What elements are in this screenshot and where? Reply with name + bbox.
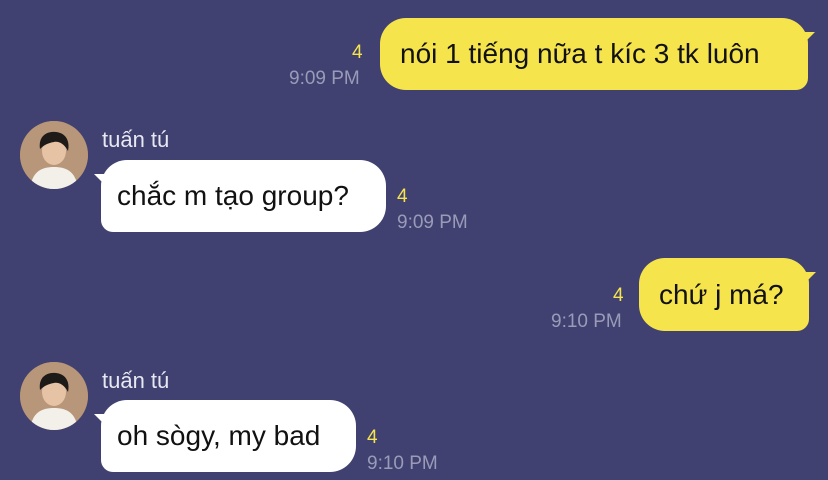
message-text: nói 1 tiếng nữa t kíc 3 tk luôn: [400, 38, 760, 69]
message-time: 9:09 PM: [397, 212, 468, 233]
message-text: oh sògy, my bad: [117, 420, 321, 451]
bubble-tail: [800, 272, 816, 288]
message-bubble-incoming[interactable]: oh sògy, my bad: [94, 400, 356, 472]
message-time: 9:10 PM: [551, 311, 622, 332]
sender-name: tuấn tú: [102, 127, 170, 152]
message-bubble-incoming[interactable]: chắc m tạo group?: [94, 160, 386, 232]
message-time: 9:09 PM: [289, 68, 360, 89]
avatar[interactable]: [20, 121, 88, 189]
chat-screen: { "chat": { "accent": "#f6e44d", "backgr…: [0, 0, 828, 480]
user-avatar-photo-icon: [20, 362, 88, 430]
message-text: chắc m tạo group?: [117, 180, 349, 211]
message-time: 9:10 PM: [367, 453, 438, 474]
unread-count: 4: [613, 285, 624, 306]
unread-count: 4: [367, 427, 378, 448]
bubble-tail: [799, 32, 815, 48]
message-bubble-outgoing[interactable]: chứ j má?: [639, 258, 816, 331]
message-bubble-outgoing[interactable]: nói 1 tiếng nữa t kíc 3 tk luôn: [380, 18, 815, 90]
user-avatar-photo-icon: [20, 121, 88, 189]
sender-name: tuấn tú: [102, 368, 170, 393]
avatar[interactable]: [20, 362, 88, 430]
message-text: chứ j má?: [659, 278, 784, 310]
unread-count: 4: [352, 42, 363, 63]
bubble-tail: [94, 414, 110, 430]
unread-count: 4: [397, 186, 408, 207]
bubble-tail: [94, 174, 110, 190]
